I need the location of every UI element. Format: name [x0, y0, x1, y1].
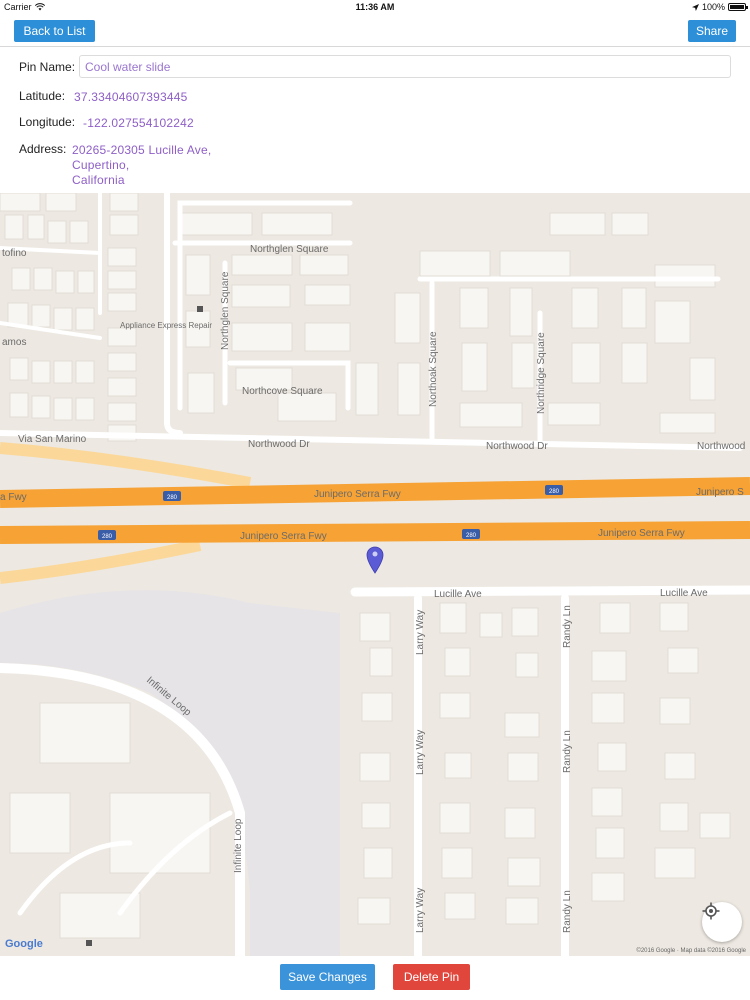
street-label: Northglen Square: [220, 271, 231, 350]
street-label: Larry Way: [415, 888, 426, 933]
street-label: Randy Ln: [562, 890, 573, 933]
campus-area: [0, 590, 340, 956]
crosshair-icon: [702, 902, 720, 920]
shield-label: 280: [167, 495, 178, 501]
street-label: Larry Way: [415, 730, 426, 775]
longitude-label: Longitude:: [19, 115, 76, 129]
back-to-list-button[interactable]: Back to List: [14, 20, 95, 42]
latitude-value: 37.33404607393445: [74, 90, 188, 104]
share-button[interactable]: Share: [688, 20, 736, 42]
my-location-button[interactable]: [702, 902, 742, 942]
location-arrow-icon: [691, 3, 699, 11]
nav-divider: [0, 46, 750, 47]
map-canvas: 280 280 280 280 tofino amos Northglen Sq…: [0, 193, 750, 956]
street-label: Randy Ln: [562, 730, 573, 773]
street-label: Northoak Square: [428, 331, 439, 407]
shield-label: 280: [549, 489, 560, 495]
address-line: Cupertino,: [72, 158, 130, 172]
street-label: amos: [2, 337, 26, 348]
freeway-label: a Fwy: [0, 492, 27, 503]
freeway-label: Junipero Serra Fwy: [598, 528, 685, 539]
street-label: Northwood Dr: [486, 441, 548, 452]
pin-name-label: Pin Name:: [19, 60, 76, 74]
street-label: Lucille Ave: [434, 589, 482, 600]
street-label: Northwood Dr: [248, 439, 310, 450]
poi-marker-icon: [197, 306, 203, 312]
status-bar: Carrier 11:36 AM 100%: [0, 0, 750, 14]
battery-percent: 100%: [701, 2, 725, 12]
freeway-label: Junipero Serra Fwy: [240, 531, 327, 542]
google-logo: Google: [5, 938, 43, 950]
status-right: 100%: [691, 2, 748, 12]
address-label: Address:: [19, 142, 67, 156]
freeway-ramp: [0, 442, 252, 489]
map-view[interactable]: 280 280 280 280 tofino amos Northglen Sq…: [0, 193, 750, 956]
delete-pin-button[interactable]: Delete Pin: [393, 964, 470, 990]
freeway-ramp: [0, 539, 202, 584]
street-label: Infinite Loop: [233, 818, 244, 873]
shield-label: 280: [102, 534, 113, 540]
street-label: Northglen Square: [250, 244, 329, 255]
map-attribution: ©2016 Google · Map data ©2016 Google: [636, 948, 746, 954]
save-changes-button[interactable]: Save Changes: [280, 964, 375, 990]
longitude-value: -122.027554102242: [83, 116, 194, 130]
poi-marker-icon: [86, 940, 92, 946]
street-label: Northcove Square: [242, 386, 323, 397]
address-value: 20265-20305 Lucille Ave, Cupertino, Cali…: [72, 143, 211, 188]
freeway-label: Junipero Serra Fwy: [314, 489, 401, 500]
map-pin-icon[interactable]: [366, 546, 384, 574]
battery-icon: [728, 3, 748, 11]
street-label: Lucille Ave: [660, 588, 708, 599]
latitude-label: Latitude:: [19, 89, 66, 103]
status-time: 11:36 AM: [355, 2, 395, 12]
shield-label: 280: [466, 533, 477, 539]
poi-label: Appliance Express Repair: [120, 321, 212, 330]
street-label: Larry Way: [415, 610, 426, 655]
address-line: 20265-20305 Lucille Ave,: [72, 143, 212, 157]
freeway-label: Junipero S: [696, 487, 744, 498]
street-label: Randy Ln: [562, 605, 573, 648]
pin-name-input[interactable]: Cool water slide: [79, 55, 731, 78]
street-label: tofino: [2, 248, 27, 259]
street-label: Northwood: [697, 441, 745, 452]
address-line: California: [72, 173, 125, 187]
street-label: Via San Marino: [18, 434, 87, 445]
street-label: Northridge Square: [536, 332, 547, 414]
